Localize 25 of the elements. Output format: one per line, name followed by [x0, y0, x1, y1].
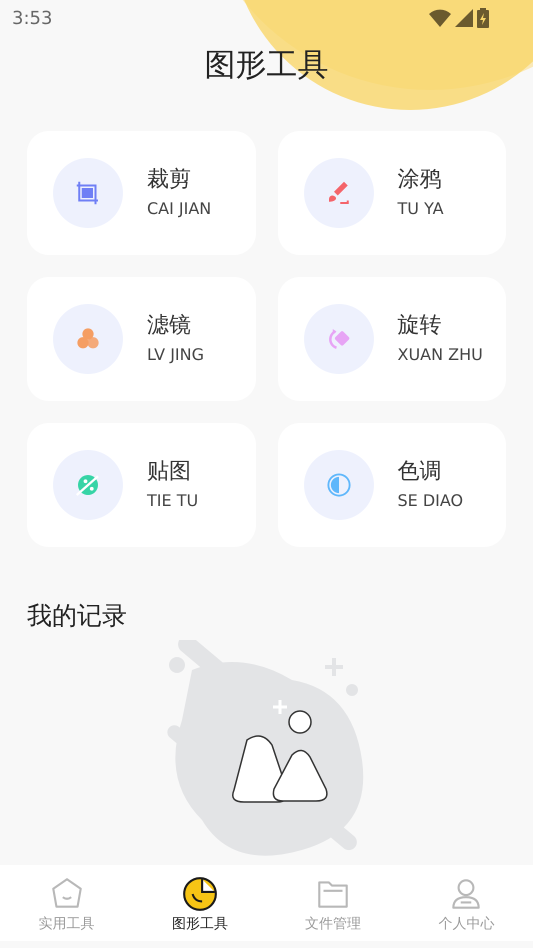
signal-icon — [455, 9, 473, 27]
tool-subtitle: CAI JIAN — [147, 201, 212, 217]
tool-card[interactable]: 贴图 TIE TU — [27, 423, 256, 547]
tool-title: 涂鸦 — [398, 169, 442, 191]
tool-title: 旋转 — [398, 315, 442, 337]
tool-subtitle: TU YA — [398, 201, 444, 217]
tool-title: 色调 — [398, 461, 442, 483]
nav-tab[interactable]: 图形工具 — [133, 865, 266, 941]
tool-card[interactable]: 旋转 XUAN ZHU — [278, 277, 506, 401]
tool-card[interactable]: 涂鸦 TU YA — [278, 131, 506, 255]
page-title: 图形工具 — [204, 50, 328, 81]
tool-subtitle: LV JING — [147, 347, 204, 363]
status-time: 3:53 — [12, 6, 52, 30]
battery-icon — [477, 8, 489, 28]
section-title: 我的记录 — [27, 603, 128, 628]
tool-title: 贴图 — [147, 461, 192, 483]
tool-subtitle: SE DIAO — [398, 493, 464, 509]
tool-card[interactable]: 色调 SE DIAO — [278, 423, 506, 547]
tool-card[interactable]: 裁剪 CAI JIAN — [27, 131, 256, 255]
tool-title: 裁剪 — [147, 169, 192, 191]
tool-title: 滤镜 — [147, 315, 192, 337]
wifi-icon — [429, 9, 451, 27]
tool-subtitle: TIE TU — [147, 493, 198, 509]
tool-subtitle: XUAN ZHU — [398, 347, 483, 363]
tool-card[interactable]: 滤镜 LV JING — [27, 277, 256, 401]
